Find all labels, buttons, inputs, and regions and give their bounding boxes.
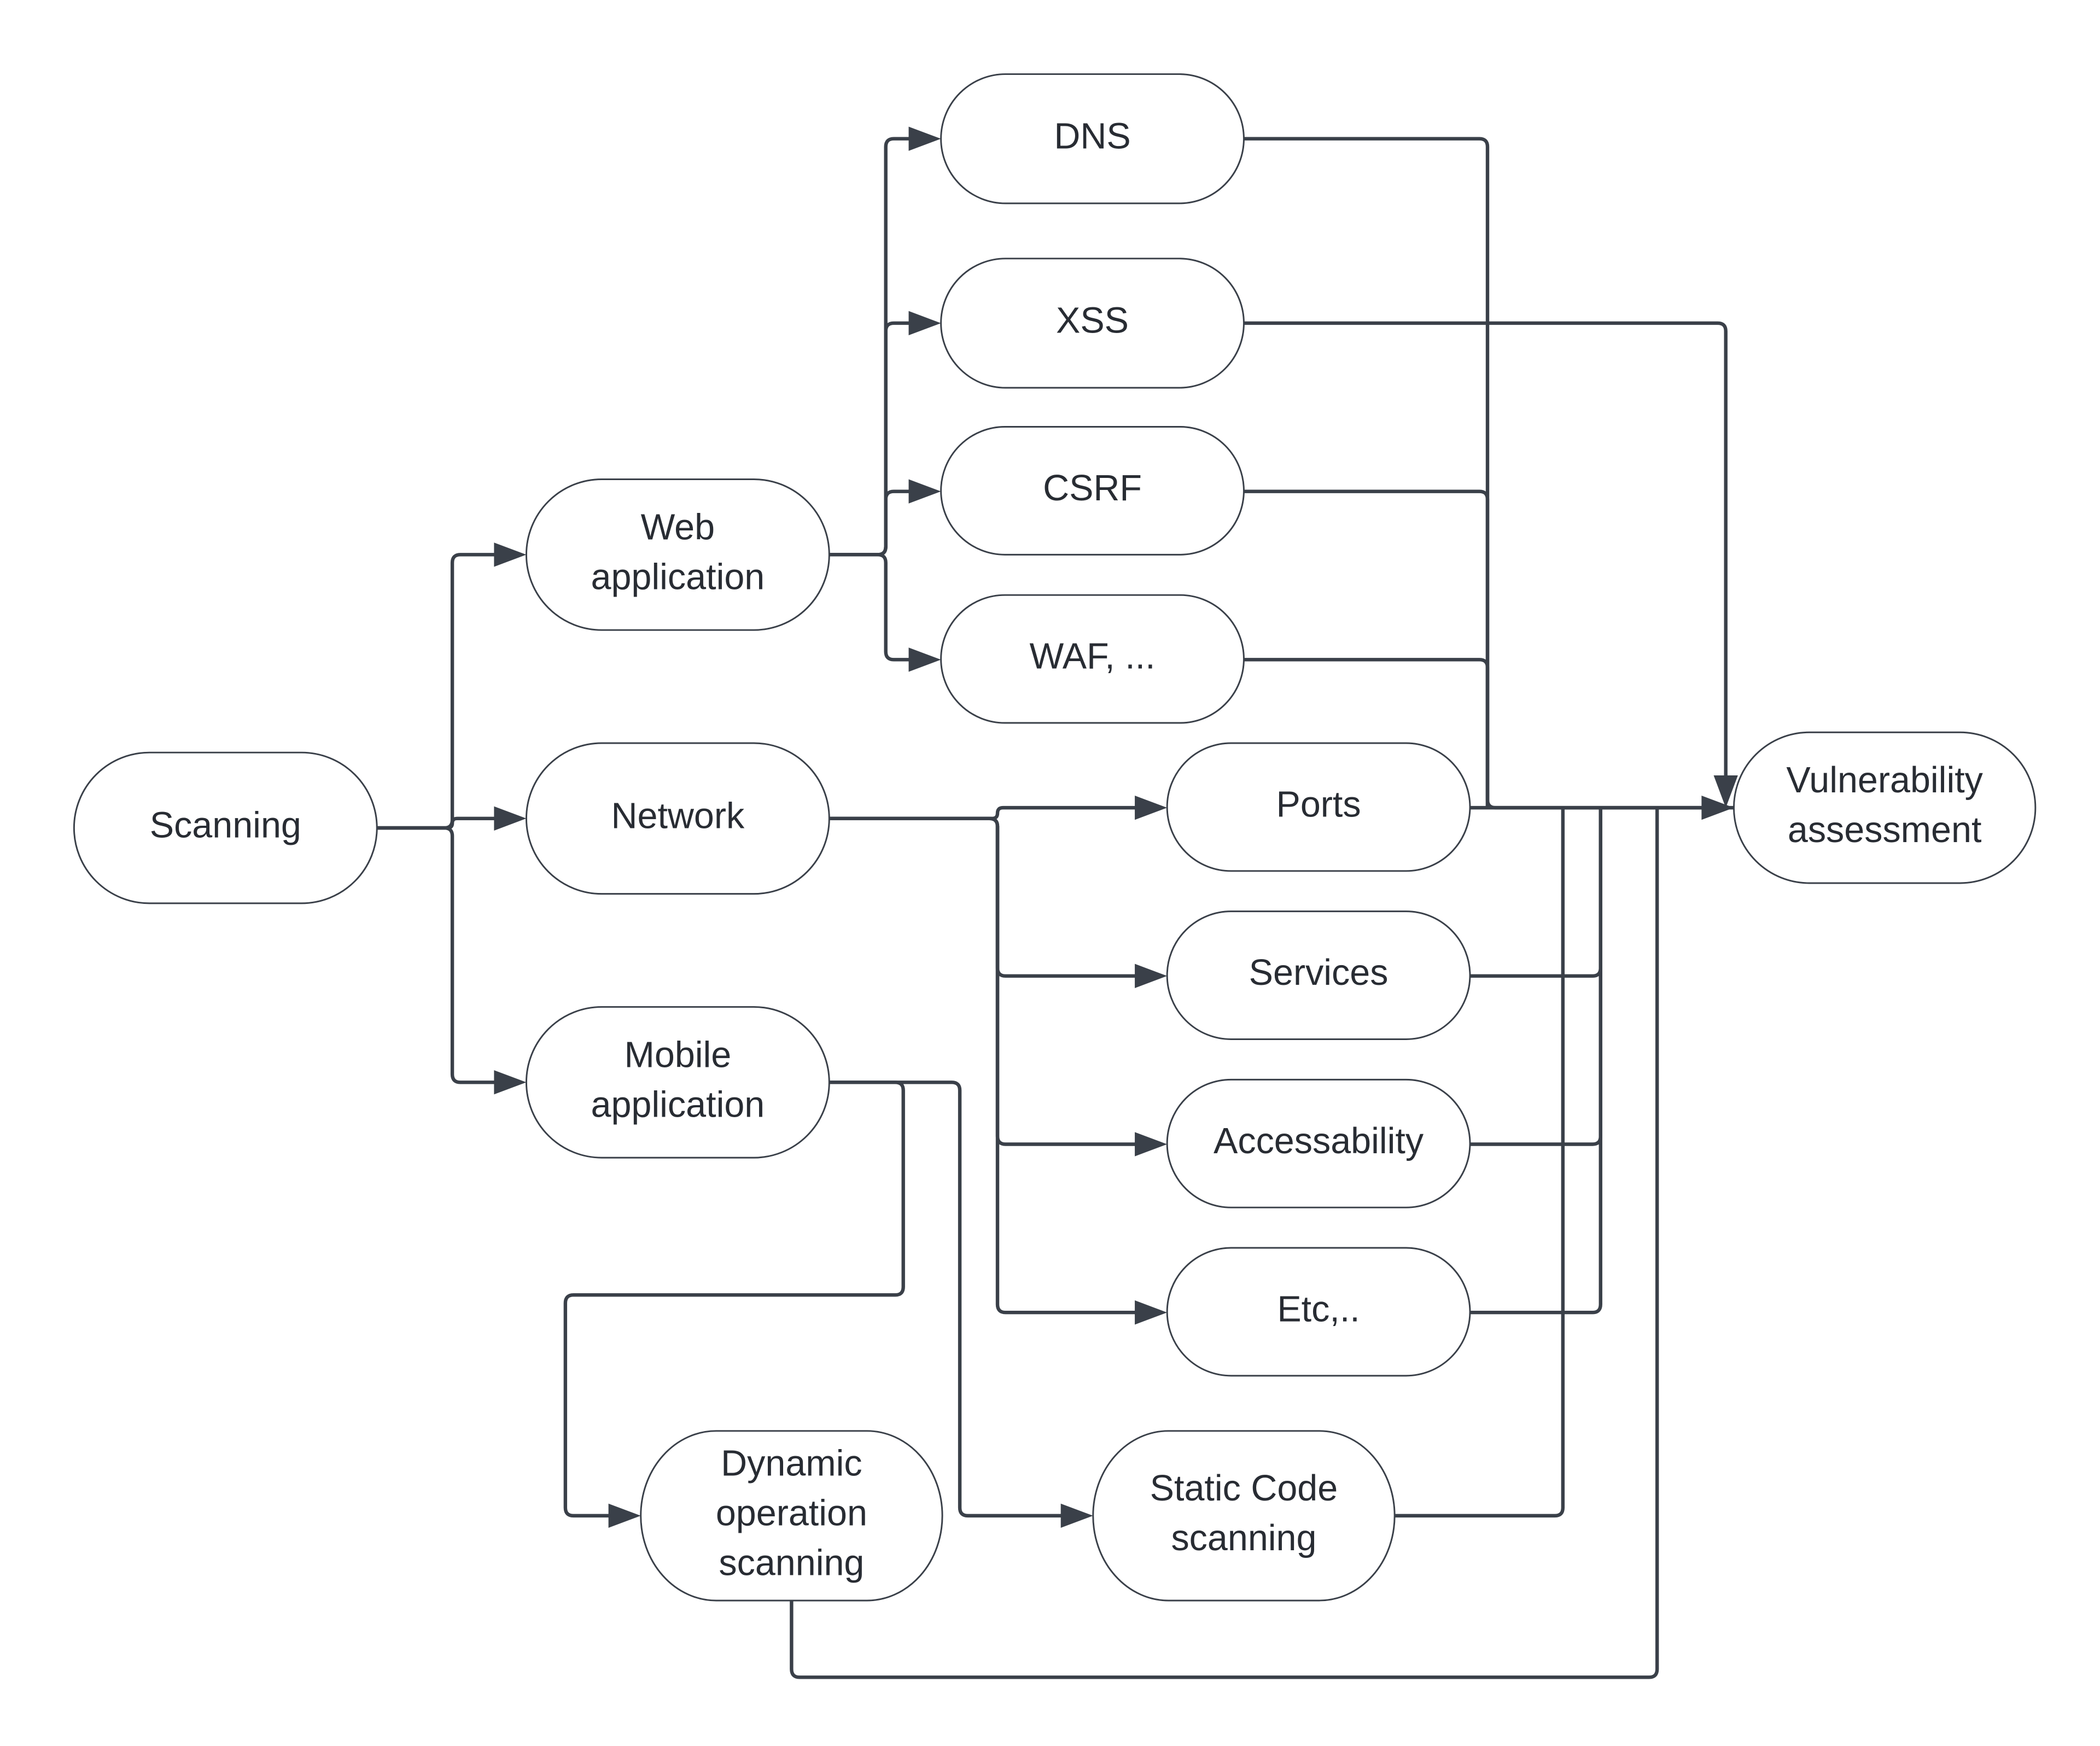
node-dns: DNS xyxy=(940,73,1245,205)
node-label: assessment xyxy=(1788,810,1982,850)
node-label: operation xyxy=(716,1493,867,1533)
node-ports: Ports xyxy=(1166,742,1471,872)
node-dynamic: Dynamic operation scanning xyxy=(640,1430,943,1602)
node-label: WAF, ... xyxy=(1029,636,1155,677)
node-services: Services xyxy=(1166,910,1471,1040)
connector-line xyxy=(829,816,1138,1315)
node-shape xyxy=(525,1006,830,1159)
node-label: Services xyxy=(1249,953,1389,993)
node-label: Static Code xyxy=(1150,1468,1338,1509)
connector-line xyxy=(1244,137,1705,810)
node-xss: XSS xyxy=(940,258,1245,389)
arrowhead-icon xyxy=(1060,1503,1093,1528)
node-shape xyxy=(525,478,830,631)
edge-network-etc xyxy=(829,816,1168,1325)
connector-line xyxy=(829,816,1138,978)
node-label: Accessability xyxy=(1214,1121,1424,1161)
edge-services-vuln xyxy=(1470,808,1602,978)
node-label: application xyxy=(591,1084,765,1125)
edge-network-ports xyxy=(829,795,1168,821)
arrowhead-icon xyxy=(908,479,941,504)
connector-line xyxy=(1470,808,1602,978)
node-static: Static Code scanning xyxy=(1092,1430,1396,1602)
node-web: Web application xyxy=(525,478,830,631)
node-label: XSS xyxy=(1056,301,1129,341)
node-label: Etc,.. xyxy=(1277,1289,1360,1330)
node-label: scanning xyxy=(719,1543,864,1584)
node-label: Vulnerability xyxy=(1786,760,1983,801)
node-label: application xyxy=(591,557,765,597)
edge-scanning-mobile xyxy=(377,826,527,1095)
nodes-layer: Scanning Web application Network Mobile appli… xyxy=(73,73,2037,1602)
connector-line xyxy=(377,553,497,830)
node-label: Dynamic xyxy=(721,1443,862,1484)
node-label: Network xyxy=(611,796,745,836)
connector-line xyxy=(829,553,912,662)
connector-line xyxy=(377,826,497,1084)
arrowhead-icon xyxy=(494,1070,527,1095)
node-vuln: Vulnerability assessment xyxy=(1732,731,2037,884)
node-network: Network xyxy=(525,742,830,895)
node-label: CSRF xyxy=(1043,468,1142,509)
connector-line xyxy=(1470,808,1602,1315)
node-waf: WAF, ... xyxy=(940,594,1245,724)
node-csrf: CSRF xyxy=(940,426,1245,556)
arrowhead-icon xyxy=(1135,1132,1168,1157)
node-label: Mobile xyxy=(625,1035,732,1075)
arrowhead-icon xyxy=(908,647,941,672)
connector-line xyxy=(829,489,912,557)
edge-xss-vuln xyxy=(1244,321,1738,808)
node-shape xyxy=(1092,1430,1396,1602)
connector-line xyxy=(829,321,912,557)
node-shape xyxy=(1732,731,2037,884)
node-label: Scanning xyxy=(150,805,301,846)
arrowhead-icon xyxy=(908,311,941,336)
node-label: Web xyxy=(641,507,715,547)
arrowhead-icon xyxy=(494,542,527,567)
node-etc: Etc,.. xyxy=(1166,1247,1471,1377)
node-mobile: Mobile application xyxy=(525,1006,830,1159)
arrowhead-icon xyxy=(1135,963,1168,988)
edge-scanning-web xyxy=(377,542,527,830)
node-label: DNS xyxy=(1054,116,1130,156)
edge-web-waf xyxy=(829,553,941,672)
arrowhead-icon xyxy=(608,1503,641,1528)
connector-line xyxy=(829,816,1138,1146)
node-label: Ports xyxy=(1276,784,1361,825)
node-label: scanning xyxy=(1171,1518,1316,1558)
arrowhead-icon xyxy=(1135,795,1168,820)
node-accessability: Accessability xyxy=(1166,1078,1471,1208)
node-scanning: Scanning xyxy=(73,751,378,904)
arrowhead-icon xyxy=(494,806,527,831)
arrowhead-icon xyxy=(1135,1300,1168,1325)
arrowhead-icon xyxy=(908,126,941,151)
connector-line xyxy=(1244,321,1728,778)
flowchart-canvas: Scanning Web application Network Mobile appli… xyxy=(73,73,2037,1679)
edge-etc-vuln xyxy=(1470,808,1602,1315)
